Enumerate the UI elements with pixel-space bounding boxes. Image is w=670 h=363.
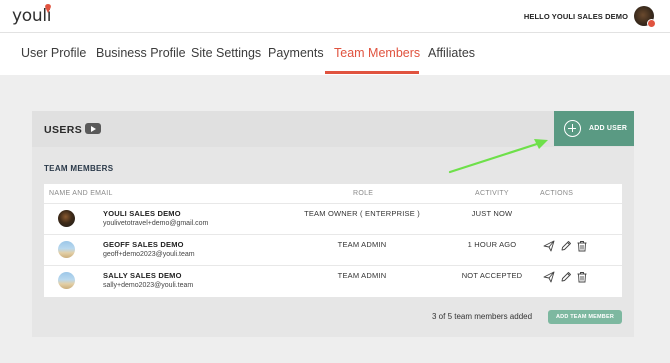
trash-icon[interactable] (576, 271, 588, 283)
add-user-button[interactable]: ADD USER (554, 111, 634, 146)
add-user-label: ADD USER (589, 125, 628, 132)
plus-circle-icon (564, 120, 581, 137)
account-avatar[interactable] (634, 6, 656, 28)
user-greeting: HELLO YOULI SALES DEMO (523, 12, 628, 21)
team-members-table: NAME AND EMAIL ROLE ACTIVITY ACTIONS YOU… (44, 184, 622, 297)
logo-mark-icon (45, 4, 51, 13)
column-header-role: ROLE (353, 190, 374, 197)
column-header-actions: ACTIONS (540, 190, 574, 197)
avatar (58, 241, 75, 258)
member-name: YOULI SALES DEMO (103, 209, 181, 218)
youtube-icon[interactable] (85, 123, 101, 134)
member-name: GEOFF SALES DEMO (103, 240, 184, 249)
member-activity: NOT ACCEPTED (461, 271, 523, 280)
tab-user-profile[interactable]: User Profile (21, 46, 86, 60)
member-role: TEAM OWNER ( ENTERPRISE ) (304, 209, 420, 218)
table-row: YOULI SALES DEMO youlivetotravel+demo@gm… (44, 203, 622, 234)
member-count-text: 3 of 5 team members added (432, 312, 533, 321)
member-activity: 1 HOUR AGO (467, 240, 517, 249)
member-activity: JUST NOW (471, 209, 513, 218)
tab-payments[interactable]: Payments (268, 46, 324, 60)
table-row: GEOFF SALES DEMO geoff+demo2023@youli.te… (44, 234, 622, 265)
avatar (58, 272, 75, 289)
users-title: USERS (44, 124, 83, 136)
tab-affiliates[interactable]: Affiliates (428, 46, 475, 60)
top-bar: youli HELLO YOULI SALES DEMO (0, 0, 670, 33)
member-email: youlivetotravel+demo@gmail.com (103, 220, 209, 227)
column-header-name: NAME AND EMAIL (49, 190, 113, 197)
send-icon[interactable] (543, 240, 555, 252)
table-row: SALLY SALES DEMO sally+demo2023@youli.te… (44, 265, 622, 296)
send-icon[interactable] (543, 271, 555, 283)
pencil-icon[interactable] (560, 271, 572, 283)
add-team-member-button[interactable]: ADD TEAM MEMBER (548, 310, 622, 324)
annotation-arrow (448, 139, 548, 174)
team-members-heading: TEAM MEMBERS (44, 164, 114, 173)
member-email: geoff+demo2023@youli.team (103, 251, 195, 258)
notification-dot-icon (647, 19, 656, 28)
settings-tabs: User Profile Business Profile Site Setti… (0, 33, 670, 75)
member-email: sally+demo2023@youli.team (103, 282, 194, 289)
member-role: TEAM ADMIN (337, 240, 387, 249)
tab-site-settings[interactable]: Site Settings (191, 46, 261, 60)
active-tab-indicator (325, 71, 419, 74)
pencil-icon[interactable] (560, 240, 572, 252)
tab-business-profile[interactable]: Business Profile (96, 46, 186, 60)
member-role: TEAM ADMIN (337, 271, 387, 280)
column-header-activity: ACTIVITY (475, 190, 509, 197)
trash-icon[interactable] (576, 240, 588, 252)
avatar (58, 210, 75, 227)
tab-team-members[interactable]: Team Members (334, 46, 420, 60)
member-name: SALLY SALES DEMO (103, 271, 182, 280)
